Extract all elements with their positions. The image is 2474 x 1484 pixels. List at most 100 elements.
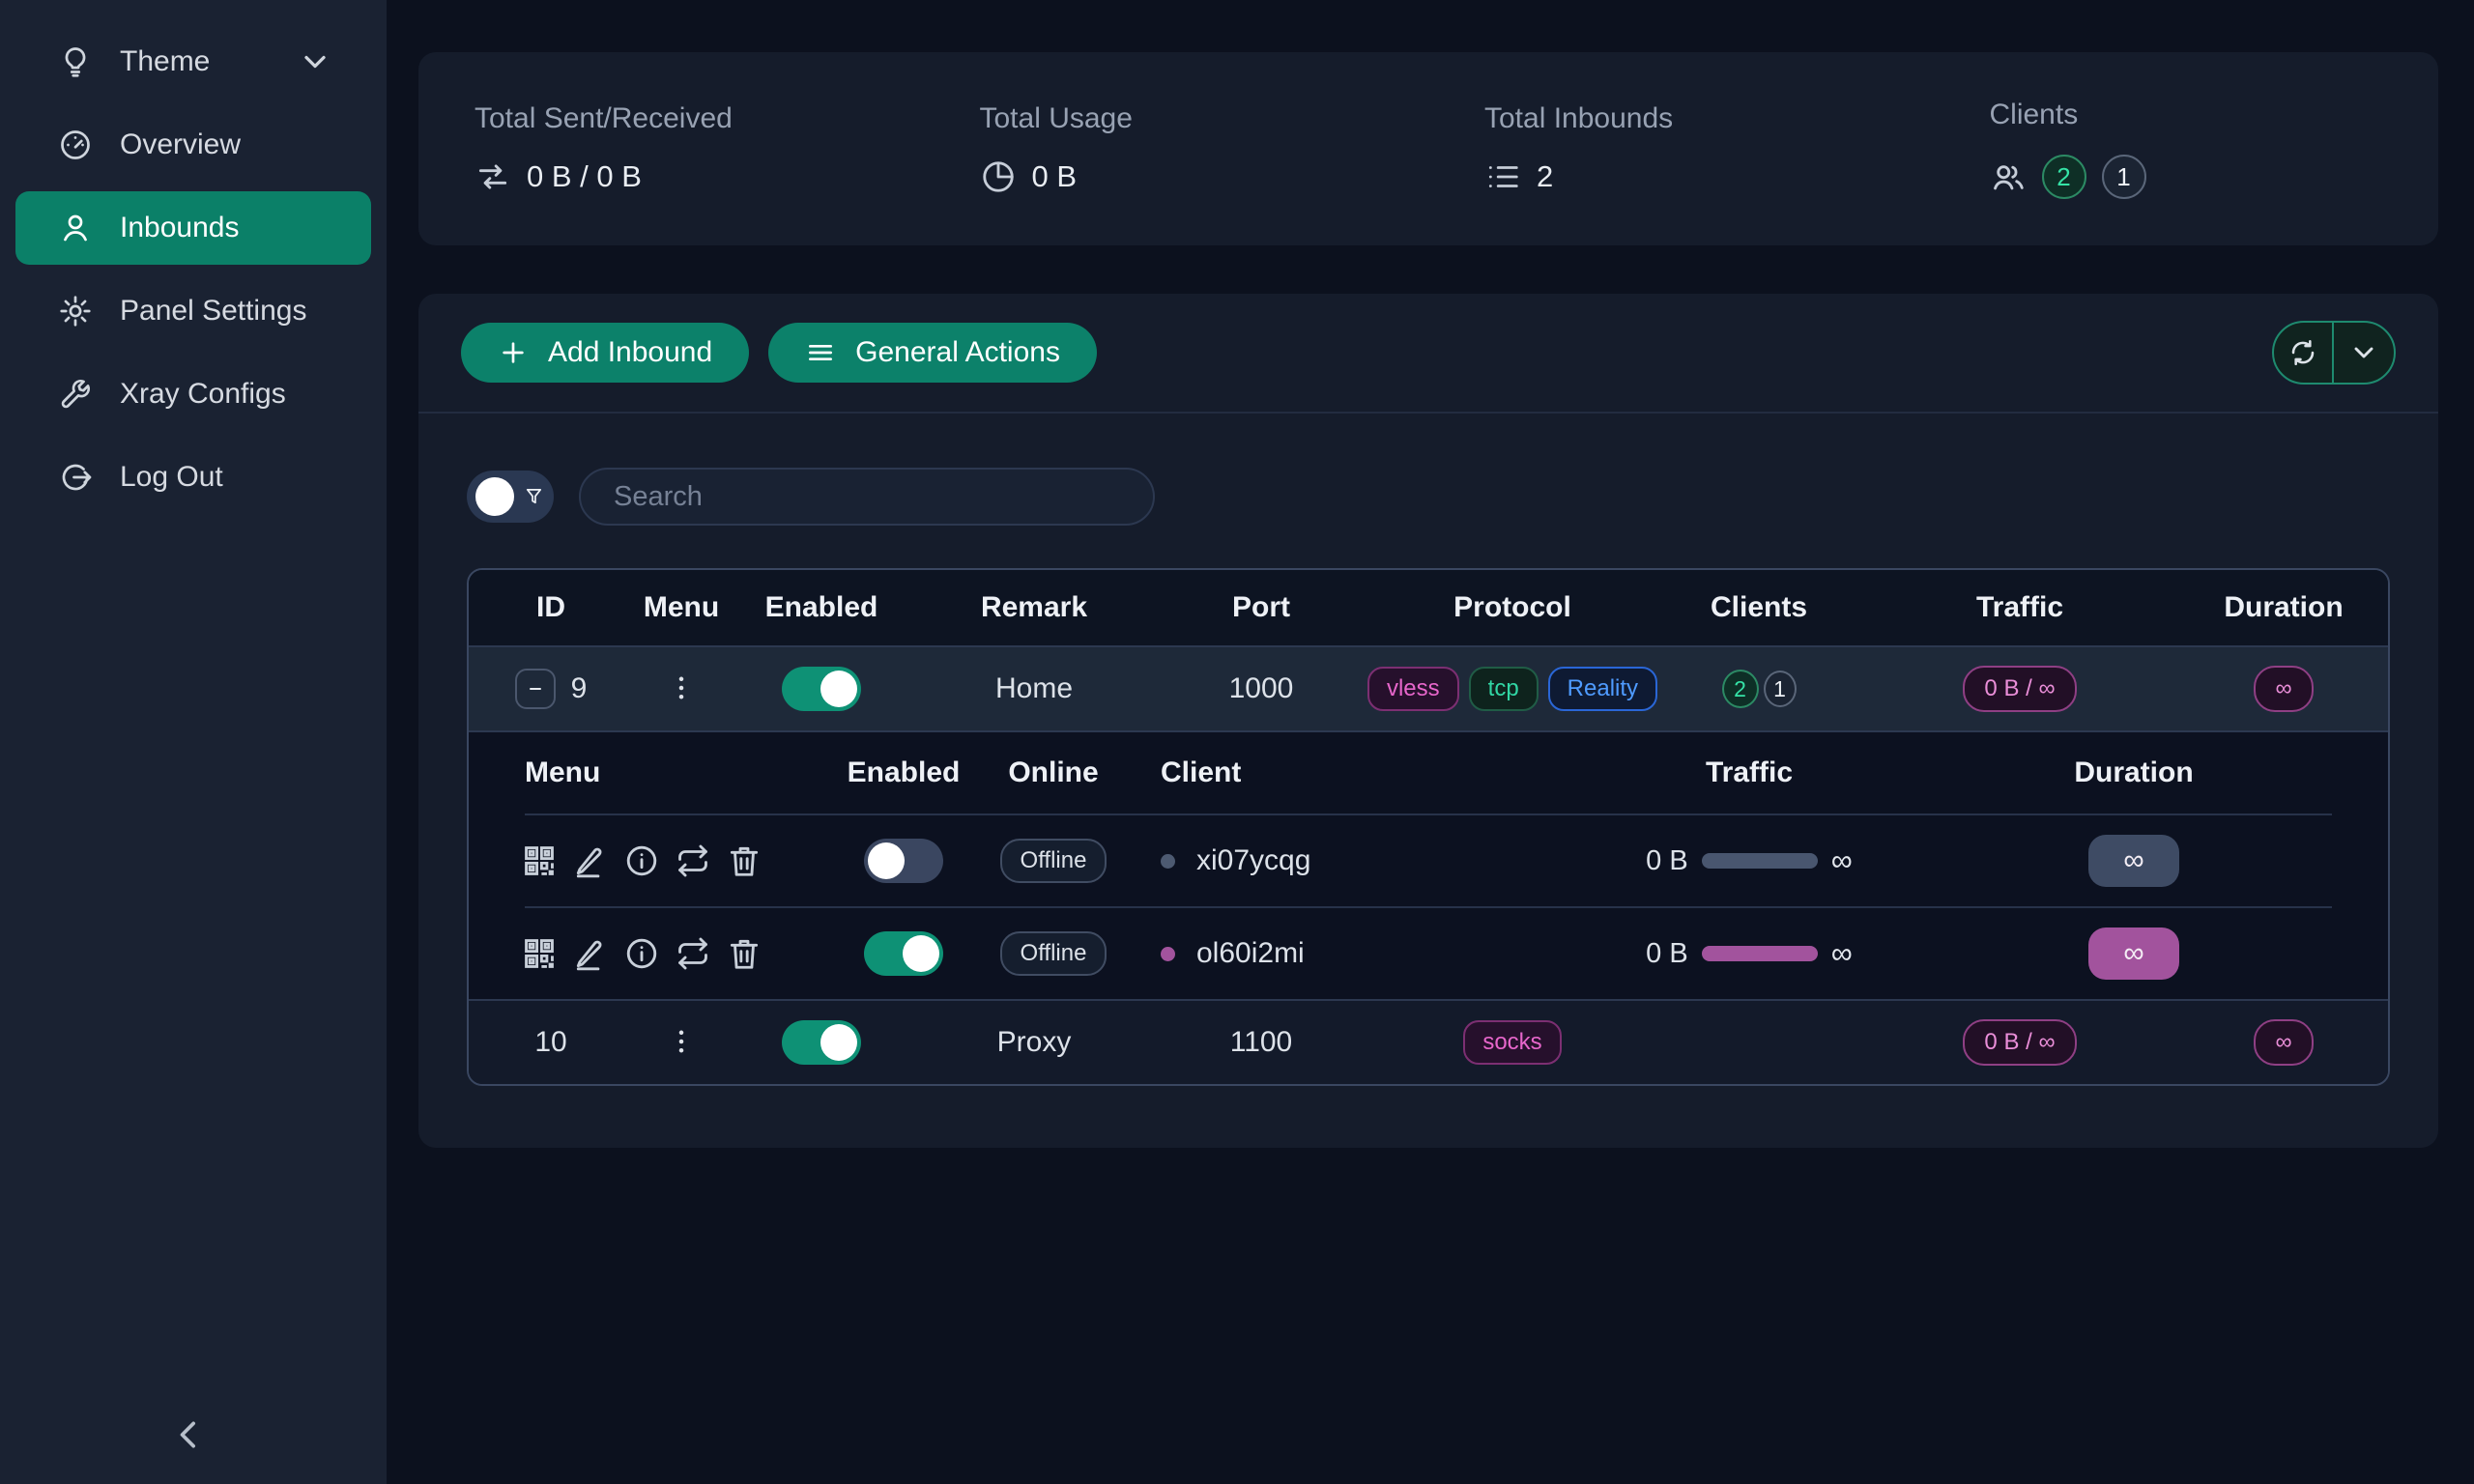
vertical-dots-icon — [665, 1025, 698, 1058]
sidebar-item-label: Panel Settings — [120, 295, 306, 328]
client-info-button[interactable] — [623, 842, 660, 879]
general-actions-button[interactable]: General Actions — [768, 323, 1097, 383]
subcol-header-menu: Menu — [469, 756, 817, 789]
row-menu-button[interactable] — [665, 671, 698, 707]
col-header-port: Port — [1155, 591, 1367, 624]
edit-icon — [572, 842, 609, 879]
list-icon — [1484, 158, 1521, 195]
qr-code-icon — [521, 935, 558, 972]
client-duration-pill: ∞ — [2088, 835, 2179, 887]
inbound-row-10[interactable]: 10 Proxy 1100 socks 0 B / — [469, 999, 2388, 1084]
traffic-badge: 0 B / ∞ — [1963, 666, 2076, 712]
delete-client-button[interactable] — [726, 842, 762, 879]
sidebar-nav: Overview Inbounds Panel Settings Xray Co… — [0, 108, 387, 514]
client-duration-pill: ∞ — [2088, 928, 2179, 980]
qr-code-button[interactable] — [521, 842, 558, 879]
vertical-dots-icon — [665, 671, 698, 704]
stats-card: Total Sent/Received 0 B / 0 B Total Usag… — [418, 52, 2438, 245]
col-header-traffic: Traffic — [1860, 591, 2179, 624]
stat-value: 0 B — [1032, 159, 1078, 194]
filter-toggle[interactable] — [467, 471, 554, 523]
traffic-badge: 0 B / ∞ — [1963, 1019, 2076, 1066]
sidebar-item-overview[interactable]: Overview — [15, 108, 371, 182]
client-enabled-toggle[interactable] — [864, 931, 943, 976]
transport-badge: tcp — [1469, 667, 1539, 711]
edit-client-button[interactable] — [572, 842, 609, 879]
sidebar-item-label: Xray Configs — [120, 378, 286, 411]
collapse-row-button[interactable] — [515, 669, 556, 709]
security-badge: Reality — [1548, 667, 1657, 711]
client-enabled-toggle[interactable] — [864, 839, 943, 883]
col-header-enabled: Enabled — [730, 591, 913, 624]
search-input[interactable] — [579, 468, 1155, 526]
theme-selector[interactable]: Theme — [15, 25, 371, 99]
stat-value: 2 — [1537, 159, 1553, 194]
inbound-port: 1000 — [1155, 672, 1367, 705]
reset-traffic-icon — [675, 842, 711, 879]
sidebar-item-log-out[interactable]: Log Out — [15, 441, 371, 514]
panel-toolbar: Add Inbound General Actions — [418, 294, 2438, 414]
inbound-port: 1100 — [1155, 1026, 1367, 1059]
subtable-header-row: Menu Enabled Online Client Traffic Durat… — [469, 732, 2388, 813]
client-info-button[interactable] — [623, 935, 660, 972]
client-row: Offline xi07ycqg 0 B ∞ ∞ — [469, 815, 2388, 906]
stat-label: Total Inbounds — [1484, 102, 1934, 135]
panel-body: ID Menu Enabled Remark Port Protocol Cli… — [418, 414, 2438, 1148]
stat-value: 0 B / 0 B — [527, 159, 642, 194]
search-row — [467, 468, 2390, 526]
sidebar-item-label: Overview — [120, 128, 241, 161]
col-header-menu: Menu — [633, 591, 730, 624]
traffic-limit: ∞ — [1831, 936, 1853, 971]
user-icon — [58, 211, 93, 245]
chevron-left-icon — [170, 1415, 209, 1454]
edit-icon — [572, 935, 609, 972]
inbound-enabled-toggle[interactable] — [782, 1020, 861, 1065]
add-inbound-button[interactable]: Add Inbound — [461, 323, 749, 383]
online-status-badge: Offline — [1000, 931, 1108, 976]
theme-label: Theme — [120, 45, 210, 78]
toggle-knob — [868, 842, 905, 879]
toggle-knob — [903, 935, 939, 972]
col-header-clients: Clients — [1657, 591, 1860, 624]
sidebar-item-xray-configs[interactable]: Xray Configs — [15, 357, 371, 431]
inbound-enabled-toggle[interactable] — [782, 667, 861, 711]
sidebar-item-label: Inbounds — [120, 212, 239, 244]
sidebar-item-panel-settings[interactable]: Panel Settings — [15, 274, 371, 348]
col-header-id: ID — [469, 591, 633, 624]
lightbulb-icon — [58, 44, 93, 79]
reset-traffic-button[interactable] — [675, 842, 711, 879]
trash-icon — [726, 935, 762, 972]
main-content: Total Sent/Received 0 B / 0 B Total Usag… — [387, 0, 2474, 1484]
edit-client-button[interactable] — [572, 935, 609, 972]
stat-total-sent-received: Total Sent/Received 0 B / 0 B — [418, 102, 924, 195]
qr-code-button[interactable] — [521, 935, 558, 972]
stat-label: Clients — [1990, 99, 2439, 131]
reset-traffic-icon — [675, 935, 711, 972]
refresh-icon — [2287, 337, 2318, 368]
traffic-progress-bar — [1702, 946, 1818, 961]
refresh-button[interactable] — [2274, 323, 2334, 383]
delete-client-button[interactable] — [726, 935, 762, 972]
protocol-badge: socks — [1463, 1020, 1561, 1065]
minus-icon — [524, 677, 547, 700]
toggle-knob — [820, 1024, 857, 1061]
refresh-interval-dropdown[interactable] — [2334, 323, 2394, 383]
sidebar-collapse-button[interactable] — [162, 1409, 216, 1463]
sidebar-item-label: Log Out — [120, 461, 223, 494]
col-header-remark: Remark — [913, 591, 1155, 624]
inbound-remark: Proxy — [913, 1026, 1155, 1059]
inbound-row-9[interactable]: 9 Home 1000 vless tcp — [469, 645, 2388, 730]
sidebar: Theme Overview Inbounds Panel Settings X… — [0, 0, 387, 1484]
traffic-limit: ∞ — [1831, 843, 1853, 878]
duration-badge: ∞ — [2254, 666, 2313, 712]
stat-label: Total Usage — [980, 102, 1429, 135]
sidebar-item-inbounds[interactable]: Inbounds — [15, 191, 371, 265]
inbound-remark: Home — [913, 672, 1155, 705]
toggle-knob — [475, 477, 514, 516]
subcol-header-traffic: Traffic — [1532, 756, 1967, 789]
client-name: xi07ycqg — [1196, 844, 1310, 877]
swap-arrows-icon — [475, 158, 511, 195]
row-menu-button[interactable] — [665, 1025, 698, 1061]
reset-traffic-button[interactable] — [675, 935, 711, 972]
client-status-dot — [1161, 947, 1175, 961]
